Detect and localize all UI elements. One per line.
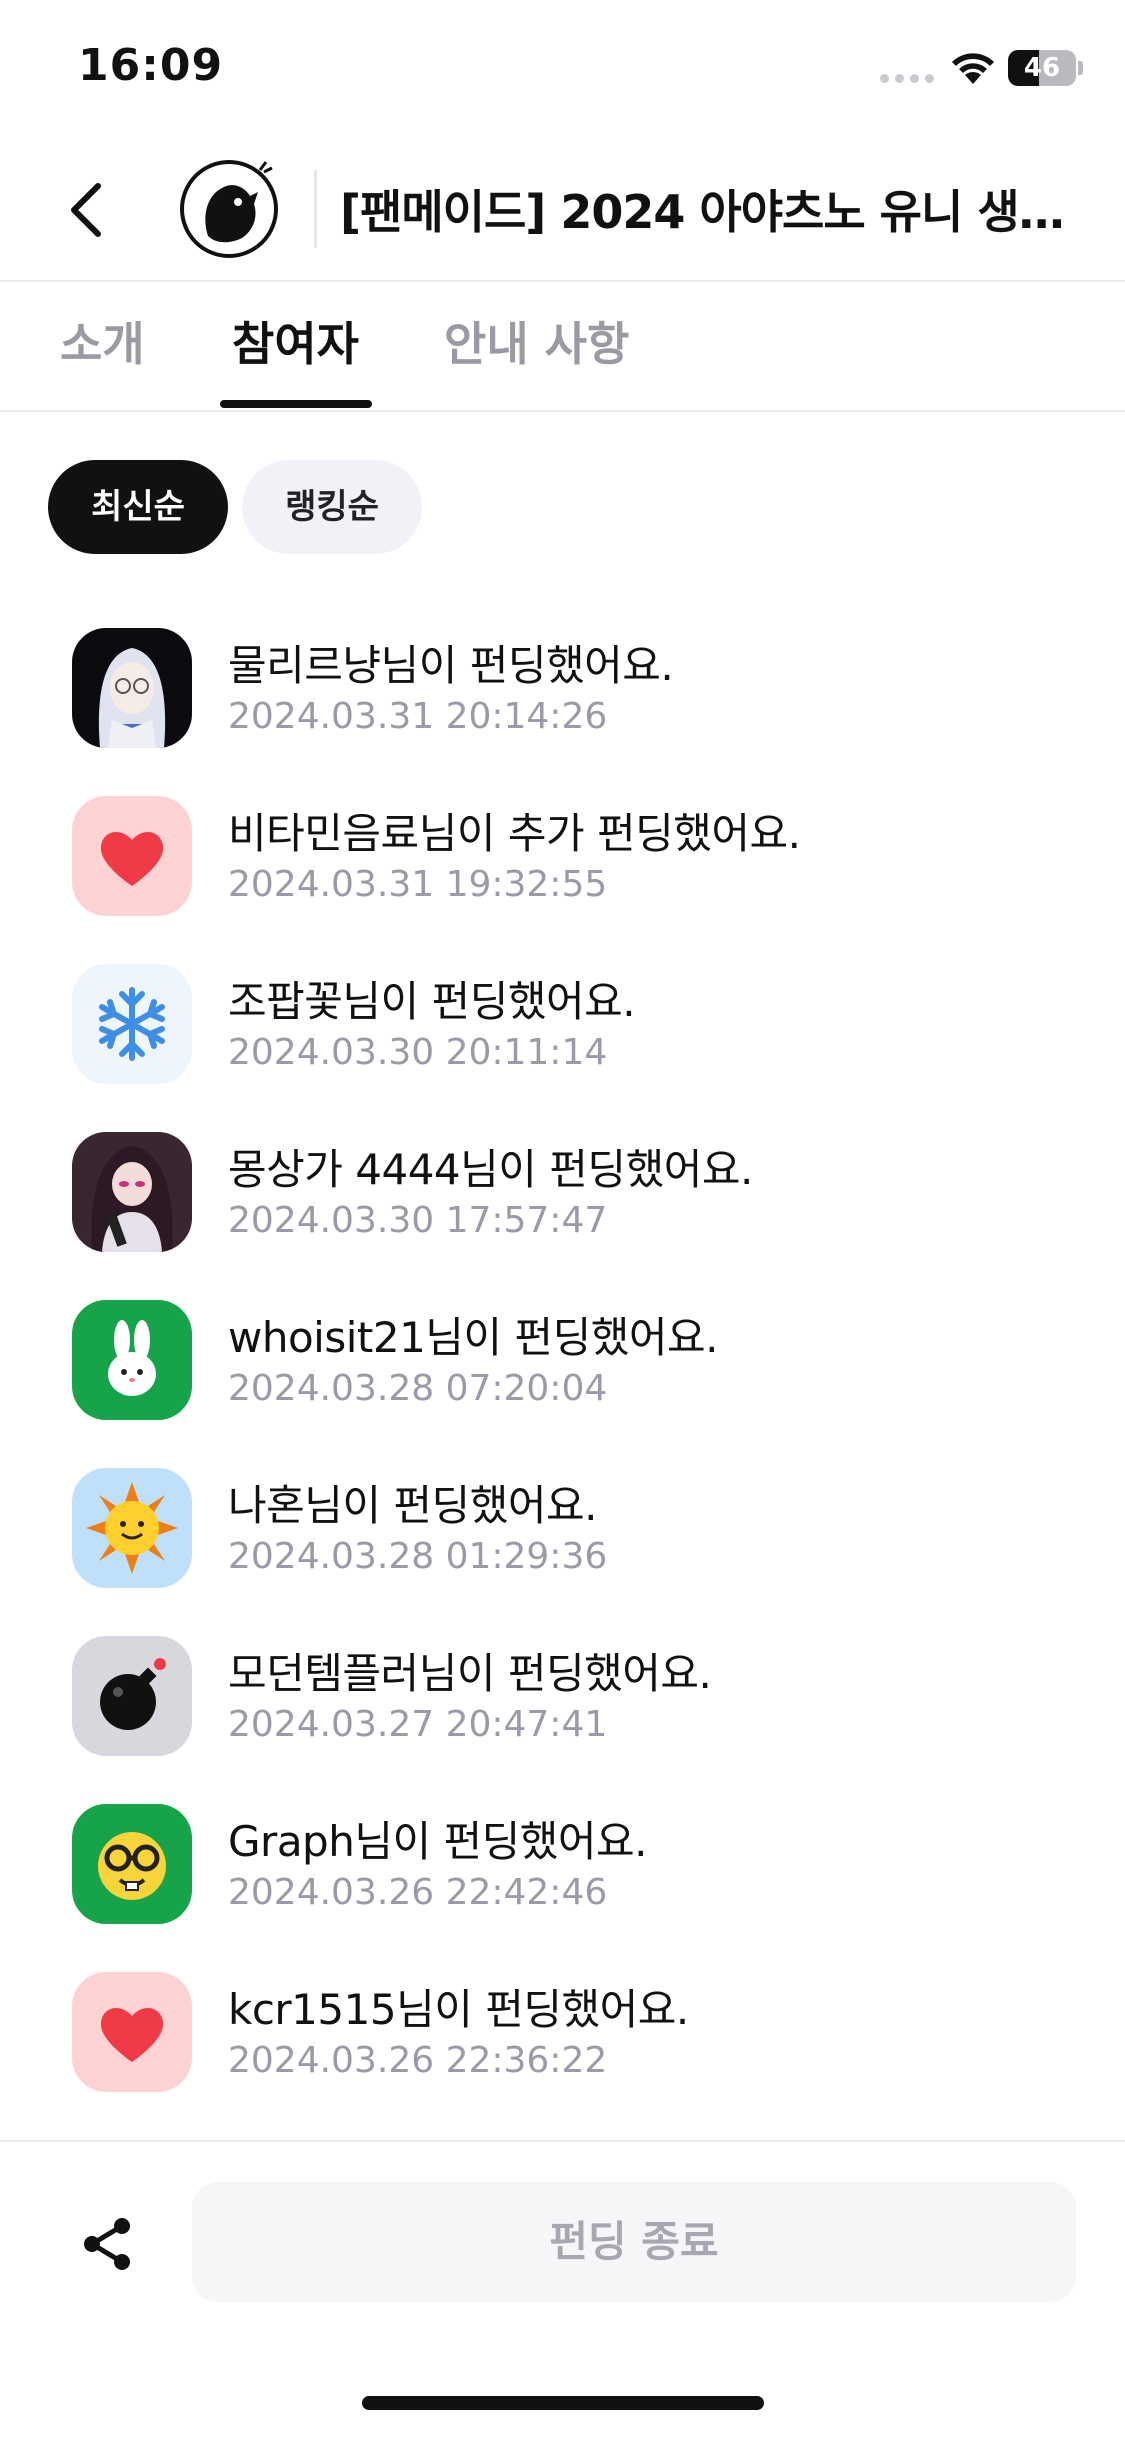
list-item[interactable]: kcr1515님이 펀딩했어요. 2024.03.26 22:36:22: [0, 1964, 1125, 2132]
participant-date: 2024.03.30 20:11:14: [228, 1032, 608, 1073]
participant-message: 비타민음료님이 추가 펀딩했어요.: [228, 809, 801, 858]
participant-message: 물리르냥님이 펀딩했어요.: [228, 641, 674, 690]
page-title: [팬메이드] 2024 아야츠노 유니 생일…: [340, 185, 1080, 239]
active-tab-indicator: [220, 400, 372, 408]
list-item[interactable]: 비타민음료님이 추가 펀딩했어요. 2024.03.31 19:32:55: [0, 788, 1125, 956]
battery-level-text: 46: [1023, 53, 1061, 83]
participant-date: 2024.03.31 20:14:26: [228, 696, 608, 737]
participant-date: 2024.03.26 22:36:22: [228, 2040, 608, 2081]
tab-participants[interactable]: 참여자: [232, 308, 359, 374]
home-indicator: [362, 2396, 764, 2410]
list-item[interactable]: 몽상가 4444님이 펀딩했어요. 2024.03.30 17:57:47: [0, 1124, 1125, 1292]
anime-character-avatar: [72, 1132, 192, 1252]
cellular-signal-icon: [880, 74, 934, 83]
snowflake-icon: [72, 964, 192, 1084]
participant-date: 2024.03.30 17:57:47: [228, 1200, 608, 1241]
list-item[interactable]: 모던템플러님이 펀딩했어요. 2024.03.27 20:47:41: [0, 1628, 1125, 1796]
header-divider: [314, 170, 317, 248]
participant-message: 조팝꽃님이 펀딩했어요.: [228, 977, 636, 1026]
sun-icon: [72, 1468, 192, 1588]
battery-cap: [1078, 61, 1083, 75]
tab-notice[interactable]: 안내 사항: [444, 308, 629, 374]
funding-ended-button[interactable]: 펀딩 종료: [192, 2182, 1076, 2302]
list-item[interactable]: Graph님이 펀딩했어요. 2024.03.26 22:42:46: [0, 1796, 1125, 1964]
heart-icon: [72, 1972, 192, 2092]
participant-date: 2024.03.28 01:29:36: [228, 1536, 608, 1577]
battery-icon: 46: [1008, 50, 1076, 86]
participant-message: whoisit21님이 펀딩했어요.: [228, 1313, 718, 1362]
share-icon[interactable]: [78, 2214, 138, 2274]
nerd-face-icon: [72, 1804, 192, 1924]
list-item[interactable]: 물리르냥님이 펀딩했어요. 2024.03.31 20:14:26: [0, 620, 1125, 788]
status-bar: 16:09 46: [0, 0, 1125, 130]
heart-icon: [72, 796, 192, 916]
sort-ranking-chip[interactable]: 랭킹순: [242, 460, 422, 554]
list-item[interactable]: 조팝꽃님이 펀딩했어요. 2024.03.30 20:11:14: [0, 956, 1125, 1124]
participant-message: Graph님이 펀딩했어요.: [228, 1817, 648, 1866]
list-item[interactable]: 나혼님이 펀딩했어요. 2024.03.28 01:29:36: [0, 1460, 1125, 1628]
participant-date: 2024.03.26 22:42:46: [228, 1872, 608, 1913]
participant-message: 나혼님이 펀딩했어요.: [228, 1481, 597, 1530]
participant-message: kcr1515님이 펀딩했어요.: [228, 1985, 689, 2034]
participant-list: 물리르냥님이 펀딩했어요. 2024.03.31 20:14:26 비타민음료님…: [0, 620, 1125, 2132]
participant-message: 몽상가 4444님이 펀딩했어요.: [228, 1145, 753, 1194]
anime-girl-avatar: [72, 628, 192, 748]
participant-date: 2024.03.27 20:47:41: [228, 1704, 608, 1745]
tab-intro[interactable]: 소개: [60, 308, 145, 374]
bomb-icon: [72, 1636, 192, 1756]
back-button[interactable]: [60, 170, 120, 250]
header: [팬메이드] 2024 아야츠노 유니 생일…: [0, 140, 1125, 282]
status-time: 16:09: [78, 40, 224, 91]
bunny-icon: [72, 1300, 192, 1420]
participant-date: 2024.03.28 07:20:04: [228, 1368, 608, 1409]
bottom-bar: 펀딩 종료: [0, 2140, 1125, 2438]
participant-message: 모던템플러님이 펀딩했어요.: [228, 1649, 712, 1698]
sort-latest-chip[interactable]: 최신순: [48, 460, 228, 554]
participant-date: 2024.03.31 19:32:55: [228, 864, 608, 905]
list-item[interactable]: whoisit21님이 펀딩했어요. 2024.03.28 07:20:04: [0, 1292, 1125, 1460]
tab-bar: 소개 참여자 안내 사항: [0, 282, 1125, 412]
wifi-icon: [952, 53, 994, 84]
project-logo-icon: [180, 160, 278, 258]
